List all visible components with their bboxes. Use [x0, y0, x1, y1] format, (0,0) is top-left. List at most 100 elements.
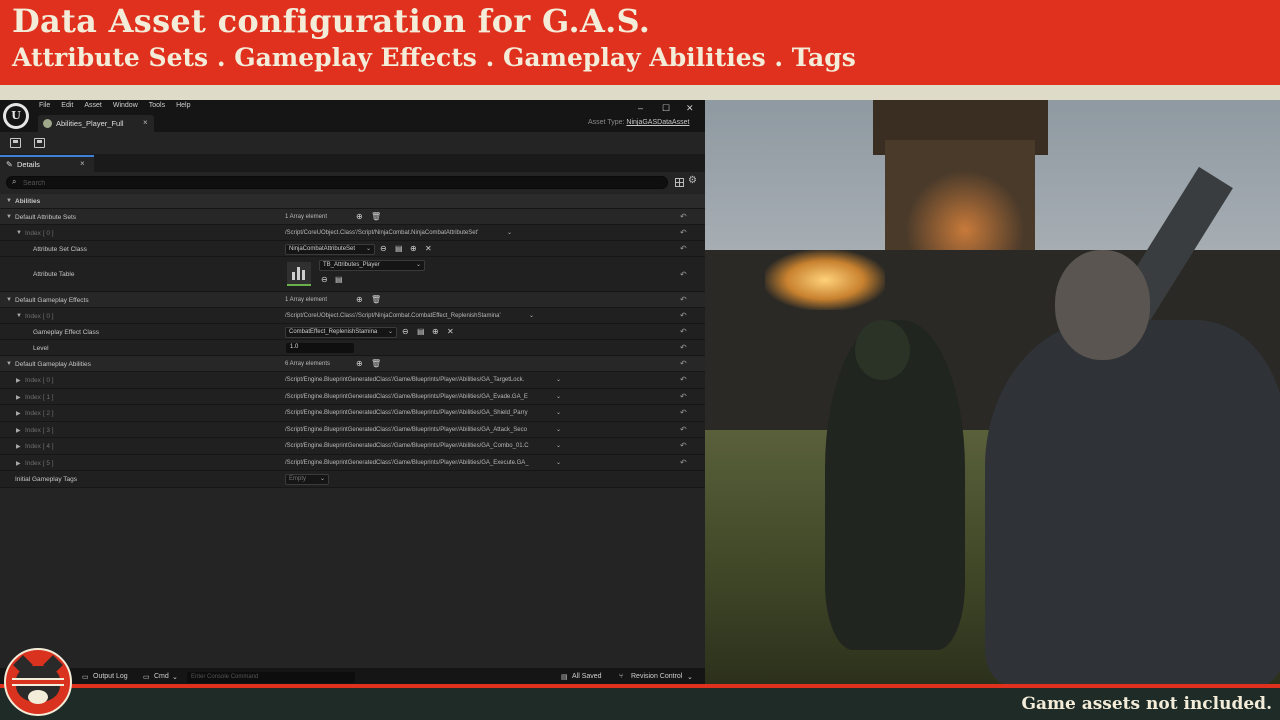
armored-brute-head: [1055, 250, 1150, 360]
chevron-down-icon[interactable]: ⌄: [687, 673, 693, 681]
reset-icon[interactable]: ↶: [680, 441, 687, 450]
add-new-icon[interactable]: ⊕: [432, 327, 439, 336]
expand-arrow-icon[interactable]: ▶: [16, 443, 21, 450]
level-input[interactable]: 1.0: [286, 343, 354, 353]
gameplay-tags-combo[interactable]: Empty ⌄: [285, 474, 329, 485]
chevron-down-icon[interactable]: ⌄: [556, 393, 561, 400]
row-effect-index-0: ▼ Index [ 0 ] /Script/CoreUObject.Class'…: [0, 308, 705, 324]
output-log-icon: ▭: [82, 674, 89, 681]
search-input[interactable]: [23, 178, 623, 188]
trash-icon[interactable]: 🗑: [371, 295, 381, 304]
menu-file[interactable]: File: [39, 102, 50, 109]
collapse-arrow-icon[interactable]: ▼: [16, 313, 22, 319]
output-log-button[interactable]: Output Log: [93, 673, 128, 680]
reset-icon[interactable]: ↶: [680, 311, 687, 320]
expand-arrow-icon[interactable]: ▶: [16, 410, 21, 417]
row-attribute-index-0: ▼ Index [ 0 ] /Script/CoreUObject.Class'…: [0, 225, 705, 241]
collapse-arrow-icon[interactable]: ▼: [6, 297, 12, 303]
add-element-icon[interactable]: ⊕: [356, 295, 363, 304]
expand-arrow-icon[interactable]: ▶: [16, 427, 21, 434]
chevron-down-icon[interactable]: ⌄: [556, 426, 561, 433]
collapse-arrow-icon[interactable]: ▼: [16, 230, 22, 236]
attribute-set-class-combo[interactable]: NinjaCombatAttributeSet ⌄: [285, 244, 375, 255]
reset-icon[interactable]: ↶: [680, 425, 687, 434]
menu-edit[interactable]: Edit: [61, 102, 73, 109]
reset-icon[interactable]: ↶: [680, 375, 687, 384]
combo-value: Empty: [289, 476, 307, 482]
folder-icon[interactable]: ▤: [395, 244, 403, 253]
chevron-down-icon[interactable]: ⌄: [556, 409, 561, 416]
details-panel: ⌕ ⚙ ▼ Abilities ▼ Default Attribute Sets…: [0, 172, 705, 668]
details-tab[interactable]: ✎ Details ×: [0, 155, 94, 172]
collapse-arrow-icon[interactable]: ▼: [6, 198, 12, 204]
attribute-table-combo[interactable]: TB_Attributes_Player ⌄: [319, 260, 425, 271]
row-ability-index-4: ▶ Index [ 4 ] /Script/Engine.BlueprintGe…: [0, 438, 705, 455]
reset-icon[interactable]: ↶: [680, 244, 687, 253]
console-input[interactable]: Enter Console Command: [187, 672, 355, 683]
folder-icon[interactable]: ▤: [335, 275, 343, 284]
reset-icon[interactable]: ↶: [680, 327, 687, 336]
search-box: ⌕: [6, 176, 668, 189]
chevron-down-icon[interactable]: ⌄: [556, 376, 561, 383]
folder-icon[interactable]: ▤: [417, 327, 425, 336]
category-abilities[interactable]: ▼ Abilities: [0, 194, 705, 209]
reset-icon[interactable]: ↶: [680, 228, 687, 237]
chevron-down-icon[interactable]: ⌄: [556, 459, 561, 466]
reset-icon[interactable]: ↶: [680, 392, 687, 401]
collapse-arrow-icon[interactable]: ▼: [6, 361, 12, 367]
gear-icon[interactable]: ⚙: [688, 175, 697, 186]
browse-asset-icon[interactable]: [34, 138, 45, 148]
trash-icon[interactable]: 🗑: [371, 212, 381, 221]
chevron-down-icon[interactable]: ⌄: [172, 673, 178, 681]
data-table-thumbnail[interactable]: [287, 262, 311, 286]
index-label: Index [ 5 ]: [25, 459, 54, 467]
document-tab[interactable]: Abilities_Player_Full ×: [38, 115, 154, 132]
revision-control-button[interactable]: Revision Control: [631, 673, 682, 680]
all-saved-button[interactable]: All Saved: [572, 673, 602, 680]
asset-type-link[interactable]: NinjaGASDataAsset: [626, 119, 689, 126]
minimize-icon[interactable]: –: [638, 103, 643, 113]
reset-icon[interactable]: ↶: [680, 458, 687, 467]
reset-icon[interactable]: ↶: [680, 343, 687, 352]
add-new-icon[interactable]: ⊕: [410, 244, 417, 253]
gameplay-effect-class-combo[interactable]: CombatEffect_ReplenishStamina ⌄: [285, 327, 397, 338]
index-value: /Script/Engine.BlueprintGeneratedClass'/…: [285, 377, 525, 383]
reset-icon[interactable]: ↶: [680, 270, 687, 279]
add-element-icon[interactable]: ⊕: [356, 359, 363, 368]
unreal-logo-icon[interactable]: U: [3, 103, 29, 129]
use-selected-icon[interactable]: ⊖: [321, 275, 328, 284]
expand-arrow-icon[interactable]: ▶: [16, 460, 21, 467]
table-view-icon[interactable]: [675, 178, 684, 187]
clear-icon[interactable]: ✕: [425, 244, 432, 253]
maximize-icon[interactable]: ☐: [662, 103, 670, 114]
menu-help[interactable]: Help: [176, 102, 190, 109]
menu-tools[interactable]: Tools: [149, 102, 165, 109]
use-selected-icon[interactable]: ⊖: [402, 327, 409, 336]
reset-icon[interactable]: ↶: [680, 212, 687, 221]
chevron-down-icon[interactable]: ⌄: [507, 229, 512, 236]
clear-icon[interactable]: ✕: [447, 327, 454, 336]
menu-asset[interactable]: Asset: [84, 102, 102, 109]
add-element-icon[interactable]: ⊕: [356, 212, 363, 221]
trash-icon[interactable]: 🗑: [371, 359, 381, 368]
menu-window[interactable]: Window: [113, 102, 138, 109]
row-attribute-set-class: Attribute Set Class NinjaCombatAttribute…: [0, 241, 705, 257]
index-label: Index [ 0 ]: [25, 377, 54, 384]
chevron-down-icon[interactable]: ⌄: [556, 442, 561, 449]
collapse-arrow-icon[interactable]: ▼: [6, 214, 12, 220]
save-icon[interactable]: [10, 138, 21, 148]
reset-icon[interactable]: ↶: [680, 359, 687, 368]
close-details-icon[interactable]: ×: [80, 159, 85, 168]
saved-icon: ▤: [561, 674, 568, 681]
chevron-down-icon[interactable]: ⌄: [529, 312, 534, 319]
expand-arrow-icon[interactable]: ▶: [16, 377, 21, 384]
close-tab-icon[interactable]: ×: [143, 118, 148, 127]
cmd-button[interactable]: Cmd: [154, 673, 169, 680]
reset-icon[interactable]: ↶: [680, 295, 687, 304]
use-selected-icon[interactable]: ⊖: [380, 244, 387, 253]
index-value: /Script/Engine.BlueprintGeneratedClass'/…: [285, 426, 527, 433]
reset-icon[interactable]: ↶: [680, 408, 687, 417]
expand-arrow-icon[interactable]: ▶: [16, 394, 21, 401]
close-window-icon[interactable]: ✕: [686, 103, 694, 114]
asset-type: Asset Type: NinjaGASDataAsset: [588, 119, 689, 126]
